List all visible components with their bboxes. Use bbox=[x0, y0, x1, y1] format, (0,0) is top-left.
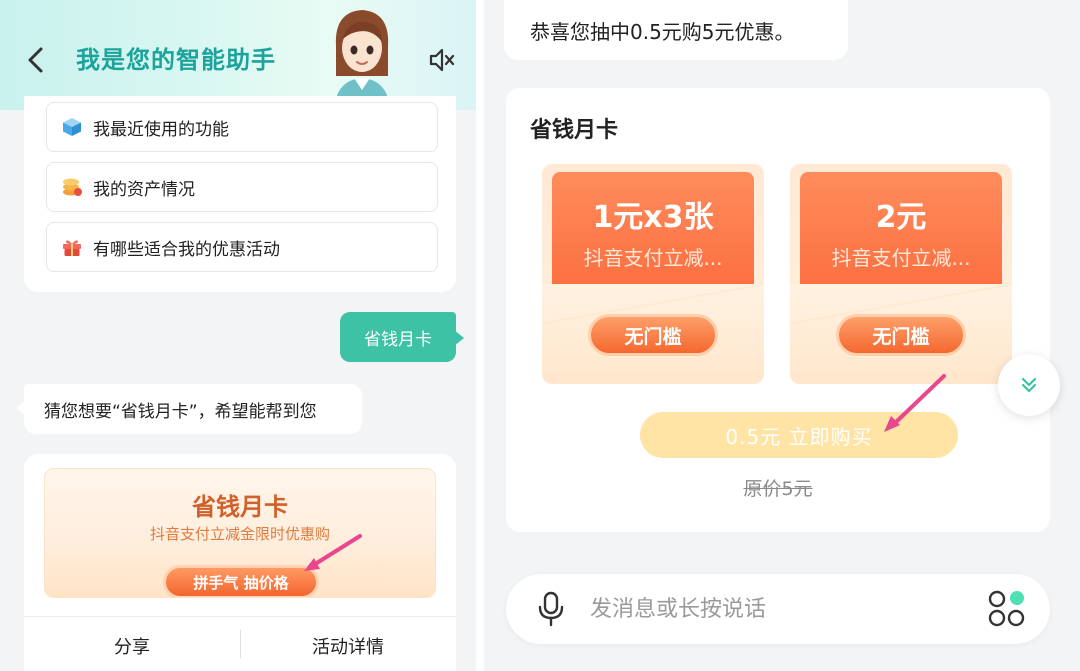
promo-banner[interactable]: 省钱月卡 抖音支付立减金限时优惠购 拼手气 抽价格 bbox=[44, 468, 436, 598]
menu-item-my-assets[interactable]: 我的资产情况 bbox=[46, 162, 438, 212]
promo-title: 省钱月卡 bbox=[192, 493, 288, 521]
panel-separator bbox=[476, 0, 484, 671]
page-title: 我是您的智能助手 bbox=[76, 46, 276, 74]
menu-item-label: 有哪些适合我的优惠活动 bbox=[93, 239, 280, 260]
coupon-badge: 无门槛 bbox=[588, 314, 718, 356]
menu-item-label: 我最近使用的功能 bbox=[93, 119, 229, 140]
activity-details-button[interactable]: 活动详情 bbox=[240, 626, 456, 666]
coins-icon bbox=[63, 178, 82, 196]
congrats-message-bubble: 恭喜您抽中0.5元购5元优惠。 bbox=[504, 0, 848, 60]
menu-item-recent-features[interactable]: 我最近使用的功能 bbox=[46, 102, 438, 152]
quick-menu-card: 我最近使用的功能 我的资产情况 有哪些适合我的优惠活动 bbox=[24, 96, 456, 292]
message-input[interactable] bbox=[590, 592, 970, 626]
back-arrow-icon[interactable] bbox=[22, 44, 50, 76]
divider bbox=[24, 616, 456, 617]
promo-card: 省钱月卡 抖音支付立减金限时优惠购 拼手气 抽价格 分享 活动详情 bbox=[24, 454, 456, 671]
coupon-card[interactable]: 1元x3张 抖音支付立减... 无门槛 bbox=[542, 164, 764, 384]
gift-icon bbox=[63, 240, 81, 256]
buy-now-button[interactable]: 0.5元 立即购买 bbox=[640, 412, 958, 458]
menu-item-label: 我的资产情况 bbox=[93, 179, 195, 200]
coupon-card[interactable]: 2元 抖音支付立减... 无门槛 bbox=[790, 164, 1012, 384]
microphone-icon[interactable] bbox=[534, 590, 568, 628]
apps-grid-icon[interactable] bbox=[986, 588, 1028, 630]
message-input-bar bbox=[506, 574, 1050, 644]
coupon-badge: 无门槛 bbox=[836, 314, 966, 356]
section-title: 省钱月卡 bbox=[530, 118, 619, 143]
double-chevron-down-icon bbox=[1021, 377, 1037, 393]
promo-subtitle: 抖音支付立减金限时优惠购 bbox=[149, 525, 330, 543]
monthly-card-section: 省钱月卡 1元x3张 抖音支付立减... 无门槛 2元 抖音支付立减... 无门… bbox=[506, 88, 1050, 532]
draw-price-button[interactable]: 拼手气 抽价格 bbox=[163, 565, 319, 597]
user-message-bubble: 省钱月卡 bbox=[340, 312, 464, 362]
cube-icon bbox=[63, 118, 81, 136]
assistant-message-bubble: 猜您想要“省钱月卡”，希望能帮到您 bbox=[16, 384, 362, 434]
left-chat-screen: 我是您的智能助手 我最近使用的功能 我的资产情况 有哪些适合我的优惠活动 省钱月… bbox=[0, 0, 476, 671]
coupon-description: 抖音支付立减... bbox=[583, 246, 723, 270]
assistant-avatar bbox=[334, 10, 390, 110]
mute-speaker-icon[interactable] bbox=[426, 44, 458, 76]
right-chat-screen: 恭喜您抽中0.5元购5元优惠。 省钱月卡 1元x3张 抖音支付立减... 无门槛… bbox=[484, 0, 1080, 671]
menu-item-offers[interactable]: 有哪些适合我的优惠活动 bbox=[46, 222, 438, 272]
scroll-down-button[interactable] bbox=[998, 354, 1060, 416]
coupon-amount: 2元 bbox=[875, 200, 927, 235]
chat-header: 我是您的智能助手 bbox=[0, 0, 476, 110]
original-price: 原价5元 bbox=[743, 478, 813, 500]
coupon-amount: 1元x3张 bbox=[592, 200, 714, 235]
coupon-description: 抖音支付立减... bbox=[831, 246, 971, 270]
share-button[interactable]: 分享 bbox=[24, 626, 240, 666]
